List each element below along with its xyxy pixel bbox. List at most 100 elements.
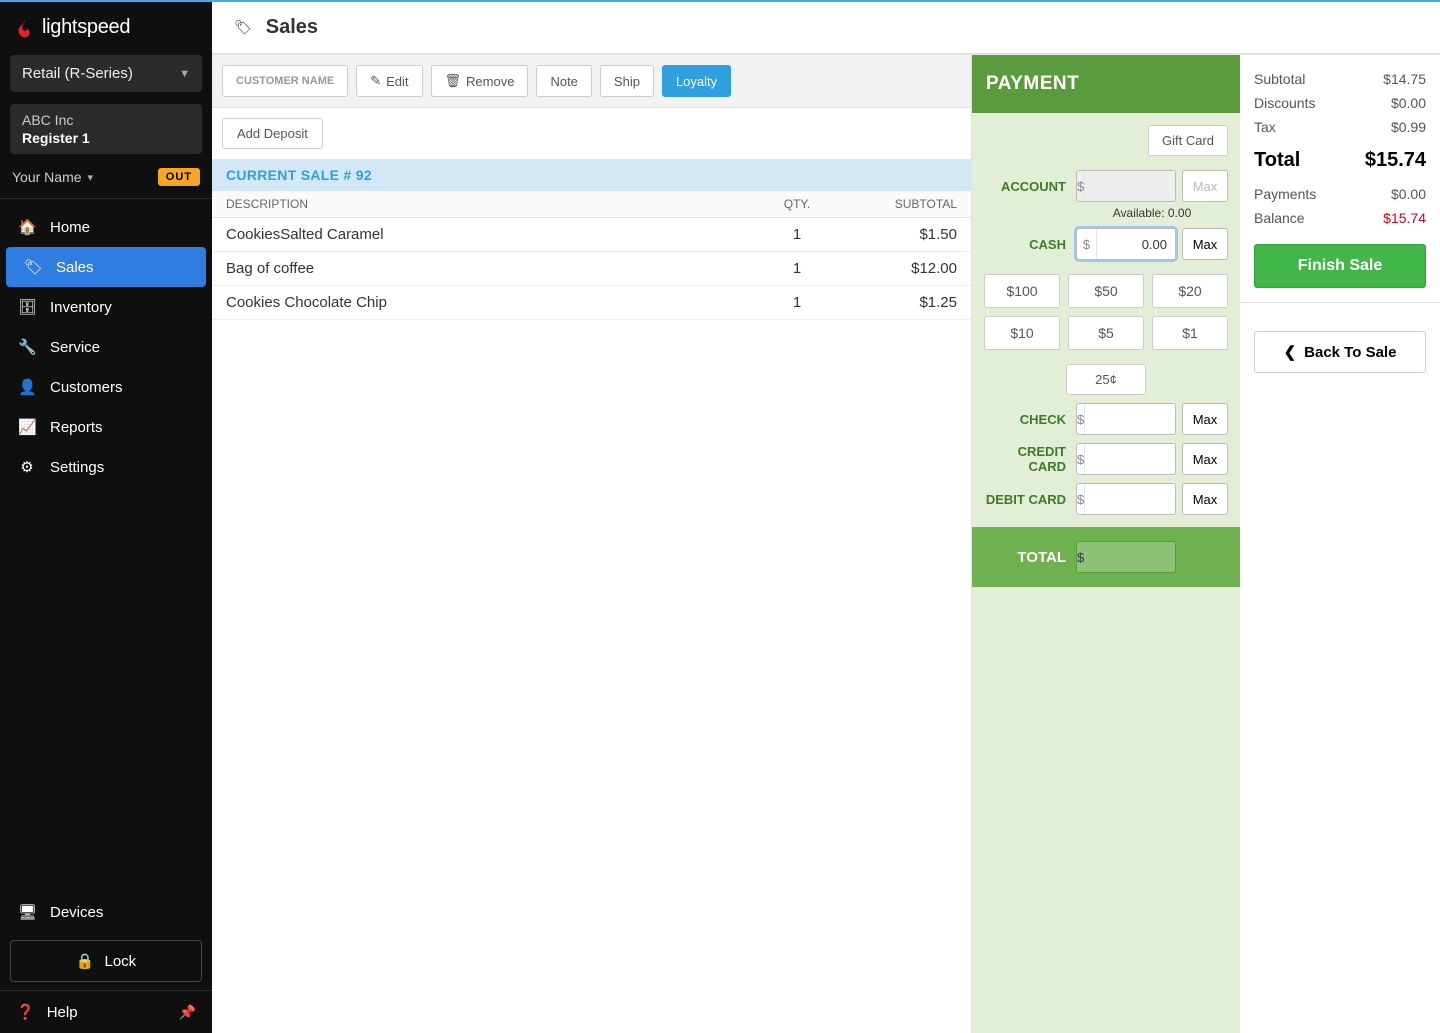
quick-20[interactable]: $20	[1152, 274, 1228, 308]
cash-max-button[interactable]: Max	[1182, 228, 1228, 260]
main-nav: 🏠 Home 🏷 Sales 🗄 Inventory 🔧 Service 👤 C…	[0, 199, 212, 884]
debit-amount[interactable]	[1085, 484, 1176, 514]
finish-sale-button[interactable]: Finish Sale	[1254, 244, 1426, 288]
gear-icon: ⚙	[18, 458, 36, 476]
product-selector[interactable]: Retail (R-Series) ▼	[10, 55, 202, 92]
debit-input[interactable]: $	[1076, 483, 1176, 515]
sale-table-header: DESCRIPTION QTY. SUBTOTAL	[212, 191, 971, 218]
cash-label: CASH	[984, 237, 1070, 252]
quick-cash-grid: $100 $50 $20 $10 $5 $1	[984, 274, 1228, 350]
check-input[interactable]: $	[1076, 403, 1176, 435]
user-name[interactable]: Your Name ▾	[12, 169, 93, 185]
register-name: Register 1	[22, 130, 190, 146]
quick-100[interactable]: $100	[984, 274, 1060, 308]
table-row[interactable]: CookiesSalted Caramel 1 $1.50	[212, 218, 971, 252]
nav-home[interactable]: 🏠 Home	[0, 207, 212, 247]
tax-value: $0.99	[1391, 119, 1426, 135]
payment-header: PAYMENT	[972, 55, 1240, 113]
lock-icon: 🔒	[76, 952, 95, 970]
credit-amount[interactable]	[1085, 444, 1176, 474]
line-qty: 1	[757, 226, 837, 243]
help-button[interactable]: ❓ Help	[16, 1003, 78, 1021]
nav-settings[interactable]: ⚙ Settings	[0, 447, 212, 487]
pin-icon[interactable]: 📌	[179, 1004, 196, 1021]
user-row: Your Name ▾ OUT	[0, 154, 212, 199]
total-value: $15.74	[1365, 149, 1426, 172]
price-tag-icon: 🏷	[234, 19, 252, 36]
chevron-left-icon: ❮	[1284, 343, 1297, 361]
total-label: TOTAL	[984, 549, 1070, 566]
price-tag-icon: 🏷	[24, 258, 42, 276]
credit-label: CREDIT CARD	[984, 444, 1070, 474]
lock-button[interactable]: 🔒 Lock	[10, 940, 202, 982]
balance-label: Balance	[1254, 210, 1305, 226]
credit-max-button[interactable]: Max	[1182, 443, 1228, 475]
current-sale-header: CURRENT SALE # 92	[212, 159, 971, 191]
devices-icon: 🖥	[18, 903, 36, 921]
loyalty-button[interactable]: Loyalty	[662, 65, 731, 97]
question-icon: ❓	[16, 1003, 35, 1021]
quick-10[interactable]: $10	[984, 316, 1060, 350]
sale-column: CUSTOMER NAME ✎Edit 🗑Remove Note Ship Lo…	[212, 55, 972, 1033]
tax-label: Tax	[1254, 119, 1276, 135]
line-subtotal: $12.00	[837, 260, 957, 277]
payments-label: Payments	[1254, 186, 1316, 202]
ship-button[interactable]: Ship	[600, 65, 654, 97]
discounts-label: Discounts	[1254, 95, 1315, 111]
col-description: DESCRIPTION	[226, 197, 757, 211]
logo-text: lightspeed	[42, 16, 130, 39]
remove-button[interactable]: 🗑Remove	[431, 65, 529, 97]
quick-25c[interactable]: 25¢	[1066, 364, 1147, 395]
check-amount[interactable]	[1085, 404, 1176, 434]
total-input: $	[1076, 541, 1176, 573]
line-subtotal: $1.25	[837, 294, 957, 311]
nav-devices[interactable]: 🖥 Devices	[0, 892, 212, 932]
gift-card-button[interactable]: Gift Card	[1148, 125, 1228, 156]
debit-max-button[interactable]: Max	[1182, 483, 1228, 515]
main-content: 🏷 Sales CUSTOMER NAME ✎Edit 🗑Remove Note…	[212, 2, 1440, 1033]
account-amount	[1085, 171, 1176, 201]
nav-inventory[interactable]: 🗄 Inventory	[0, 287, 212, 327]
product-selector-label: Retail (R-Series)	[22, 65, 133, 82]
note-button[interactable]: Note	[536, 65, 591, 97]
nav-service[interactable]: 🔧 Service	[0, 327, 212, 367]
payments-value: $0.00	[1391, 186, 1426, 202]
quick-5[interactable]: $5	[1068, 316, 1144, 350]
sidebar: lightspeed Retail (R-Series) ▼ ABC Inc R…	[0, 2, 212, 1033]
account-label: ACCOUNT	[984, 179, 1070, 194]
check-label: CHECK	[984, 412, 1070, 427]
edit-button[interactable]: ✎Edit	[356, 65, 422, 97]
nav-sales[interactable]: 🏷 Sales	[6, 247, 206, 287]
chart-icon: 📈	[18, 418, 36, 436]
status-badge-out[interactable]: OUT	[158, 168, 200, 186]
subtotal-value: $14.75	[1383, 71, 1426, 87]
company-name: ABC Inc	[22, 112, 190, 128]
payment-total-row: TOTAL $	[972, 527, 1240, 587]
table-row[interactable]: Bag of coffee 1 $12.00	[212, 252, 971, 286]
cash-amount[interactable]: 0.00	[1140, 236, 1169, 253]
nav-customers[interactable]: 👤 Customers	[0, 367, 212, 407]
back-to-sale-button[interactable]: ❮ Back To Sale	[1254, 331, 1426, 373]
sale-toolbar: CUSTOMER NAME ✎Edit 🗑Remove Note Ship Lo…	[212, 55, 971, 108]
company-block[interactable]: ABC Inc Register 1	[10, 104, 202, 154]
line-desc: Bag of coffee	[226, 260, 757, 277]
total-amount	[1084, 542, 1176, 572]
chevron-down-icon: ▼	[179, 68, 190, 80]
quick-50[interactable]: $50	[1068, 274, 1144, 308]
check-max-button[interactable]: Max	[1182, 403, 1228, 435]
page-title: Sales	[266, 16, 318, 39]
account-input: $	[1076, 170, 1176, 202]
add-deposit-button[interactable]: Add Deposit	[222, 118, 323, 149]
customer-name-button[interactable]: CUSTOMER NAME	[222, 65, 348, 97]
debit-label: DEBIT CARD	[984, 492, 1070, 507]
trash-icon: 🗑	[445, 73, 462, 89]
table-row[interactable]: Cookies Chocolate Chip 1 $1.25	[212, 286, 971, 320]
nav-reports[interactable]: 📈 Reports	[0, 407, 212, 447]
home-icon: 🏠	[18, 218, 36, 236]
cash-input[interactable]: $ 0.00	[1076, 228, 1176, 260]
credit-input[interactable]: $	[1076, 443, 1176, 475]
account-max-button: Max	[1182, 170, 1228, 202]
quick-1[interactable]: $1	[1152, 316, 1228, 350]
divider	[1240, 302, 1440, 303]
wrench-icon: 🔧	[18, 338, 36, 356]
